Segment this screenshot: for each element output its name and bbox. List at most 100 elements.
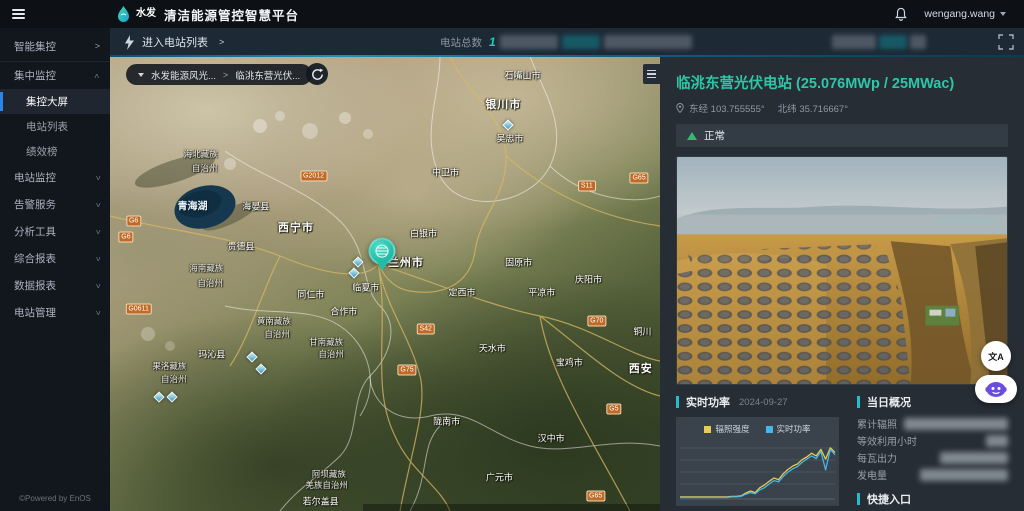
chevron-right-icon: > (95, 42, 100, 51)
sidebar-item-analysis-tools[interactable]: 分析工具 > (0, 218, 110, 245)
sidebar-item-data-report[interactable]: 数据报表 > (0, 272, 110, 299)
map-place-label: 自治州 (197, 277, 223, 289)
map-place-label: 宝鸡市 (556, 356, 583, 369)
page-title: 清洁能源管控智慧平台 (164, 5, 299, 24)
latitude-value: 35.716667° (799, 104, 848, 115)
map-layers-button[interactable] (643, 64, 660, 84)
station-detail-panel: 临洮东营光伏电站 (25.076MWp / 25MWac) 东经 103.755… (660, 56, 1024, 511)
station-cluster-marker[interactable] (166, 392, 177, 403)
station-cluster-marker[interactable] (246, 352, 257, 363)
road-badge: G2012 (300, 170, 327, 181)
road-badge: G65 (586, 490, 605, 501)
section-bar (857, 396, 860, 408)
chevron-down-icon: > (94, 283, 102, 288)
map-place-label: 甘南藏族 (309, 336, 343, 348)
road-badge: S11 (578, 180, 596, 191)
notification-bell-icon[interactable] (894, 7, 908, 21)
map-place-label: 广元市 (486, 470, 513, 483)
road-badge: G0611 (125, 303, 152, 314)
stat-row-irradiation: 累计辐照 (857, 415, 1008, 432)
shortcuts-title: 快捷入口 (867, 491, 911, 507)
sidebar-item-station-monitoring[interactable]: 电站监控 > (0, 164, 110, 191)
realtime-power-chart: 辐照强度 实时功率 (676, 417, 839, 506)
map-place-label: 西宁市 (278, 219, 314, 235)
stat-row-equivalent-hours: 等效利用小时 (857, 432, 1008, 449)
map-canvas[interactable]: 石嘴山市银川市吴忠市中卫市海北藏族自治州海晏县青海湖西宁市贵德县海南藏族自治州同… (110, 56, 660, 511)
map-place-label: 石嘴山市 (504, 69, 540, 82)
station-cluster-marker[interactable] (255, 363, 266, 374)
stat-row-generation: 发电量 (857, 466, 1008, 483)
menu-icon[interactable] (0, 0, 38, 28)
breadcrumb-root[interactable]: 水发能源风光... (151, 68, 216, 82)
map-place-label: 平凉市 (528, 285, 555, 298)
chevron-down-icon: > (94, 202, 102, 207)
map-place-label: 西安 (629, 360, 653, 376)
legend-power: 实时功率 (766, 423, 811, 435)
map-place-label: 海晏县 (242, 200, 269, 213)
realtime-power-title: 实时功率 (686, 394, 730, 410)
map-place-label: 贵德县 (227, 240, 254, 253)
section-bar (857, 493, 860, 505)
map-overlay-labels: 石嘴山市银川市吴忠市中卫市海北藏族自治州海晏县青海湖西宁市贵德县海南藏族自治州同… (110, 56, 660, 511)
map-breadcrumb[interactable]: 水发能源风光... > 临洮东营光伏... (126, 64, 312, 85)
location-pin-icon (676, 103, 684, 113)
legend-swatch-cyan (766, 426, 773, 433)
ai-assistant-button[interactable] (975, 375, 1017, 403)
translate-icon: 文A (988, 350, 1004, 363)
aerial-photo-image (677, 157, 1007, 384)
sidebar-item-central-monitoring[interactable]: 集中监控 > (0, 62, 110, 89)
chart-legend: 辐照强度 实时功率 (678, 421, 837, 436)
station-name: 临洮东营光伏电站 (676, 76, 792, 92)
sidebar-item-station-management[interactable]: 电站管理 > (0, 299, 110, 326)
legend-irradiance: 辐照强度 (704, 423, 749, 435)
road-badge: G5 (606, 404, 621, 415)
station-photo (676, 156, 1008, 385)
sidebar-item-comprehensive-report[interactable]: 综合报表 > (0, 245, 110, 272)
sidebar-subitem-station-list[interactable]: 电站列表 (0, 114, 110, 139)
map-place-label: 铜川 (633, 325, 651, 338)
refresh-icon (311, 68, 324, 81)
map-place-label: 陇南市 (433, 414, 460, 427)
road-badge: G6 (118, 231, 133, 242)
translate-button[interactable]: 文A (981, 341, 1011, 371)
map-place-label: 临夏市 (352, 281, 379, 294)
powered-by: ©Powered by EnOS (0, 494, 110, 503)
station-cluster-marker[interactable] (349, 267, 360, 278)
sidebar-subitem-control-screen[interactable]: 集控大屏 (0, 89, 110, 114)
today-overview-section: 当日概况 累计辐照 等效利用小时 每瓦出力 (857, 394, 1008, 511)
map-refresh-button[interactable] (306, 63, 328, 85)
chevron-down-icon: > (94, 310, 102, 315)
logo-text: 水发 (136, 9, 156, 19)
user-menu[interactable]: wengang.wang (924, 8, 1006, 20)
station-cluster-marker[interactable] (352, 256, 363, 267)
station-cluster-marker[interactable] (503, 119, 514, 130)
solar-panel-icon (376, 244, 389, 257)
chevron-down-icon: > (94, 256, 102, 261)
chevron-up-icon: > (94, 73, 102, 78)
sidebar-subitem-performance[interactable]: 绩效榜 (0, 139, 110, 164)
enter-station-list-button[interactable]: 进入电站列表 > (124, 34, 224, 50)
sidebar-item-alarm-service[interactable]: 告警服务 > (0, 191, 110, 218)
map-place-label: 固原市 (505, 256, 532, 269)
station-total: 电站总数 1 (440, 28, 496, 56)
sidebar-item-smart-control[interactable]: 智能集控 > (0, 32, 110, 62)
redacted-value (832, 35, 876, 49)
map-place-label: 自治州 (318, 348, 344, 360)
map-place-label: 玛沁县 (198, 348, 225, 361)
station-capacity: (25.076MWp / 25MWac) (796, 76, 954, 92)
map-place-label: 中卫市 (432, 166, 459, 179)
redacted-value (910, 35, 926, 49)
map-place-label: 海南藏族 (189, 262, 223, 274)
breadcrumb-current[interactable]: 临洮东营光伏... (235, 68, 300, 82)
map-place-label: 黄南藏族 (257, 315, 291, 327)
station-map-pin[interactable] (369, 237, 396, 270)
redacted-value (500, 35, 558, 49)
map-place-label: 银川市 (485, 96, 521, 112)
lightning-icon (124, 35, 135, 50)
station-title: 临洮东营光伏电站 (25.076MWp / 25MWac) (676, 72, 1008, 93)
longitude-value: 103.755555° (711, 104, 765, 115)
fullscreen-icon[interactable] (998, 34, 1014, 50)
road-badge: S42 (416, 324, 434, 335)
road-badge: G75 (397, 364, 416, 375)
station-cluster-marker[interactable] (153, 392, 164, 403)
